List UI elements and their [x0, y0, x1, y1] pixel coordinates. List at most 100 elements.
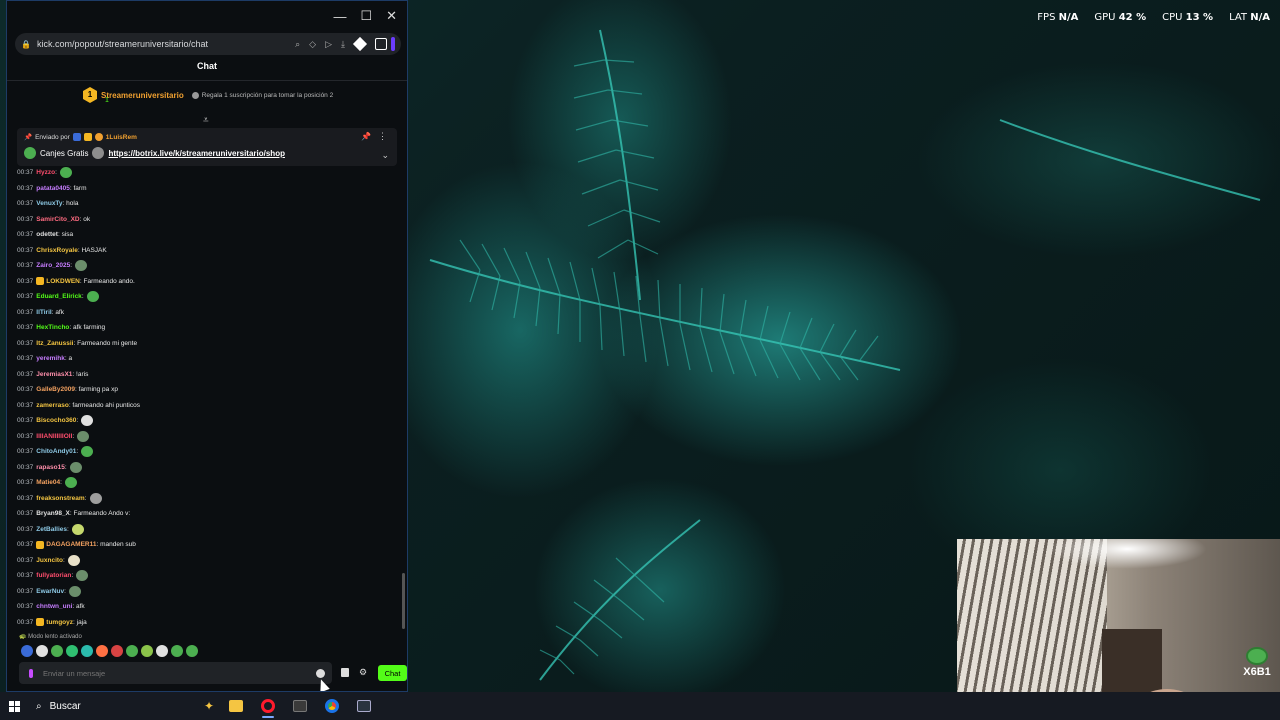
download-icon[interactable]: ⤓ — [341, 39, 345, 50]
message-input-box[interactable] — [19, 662, 332, 684]
message-text: : — [70, 262, 73, 270]
message-time: 00:37 — [17, 541, 34, 549]
message-username[interactable]: EwarNuv — [36, 588, 64, 595]
message-text: : Farmeando mi gente — [73, 339, 138, 347]
message-text: : manden sub — [96, 541, 136, 549]
message-text: : — [76, 417, 79, 425]
chat-message: 00:37 DAGAGAMER11: manden sub — [17, 537, 397, 553]
chat-message: 00:37 Eduard_Elirick: — [17, 289, 397, 305]
message-username[interactable]: yeremihk — [36, 355, 65, 362]
quick-emote-icon[interactable] — [81, 645, 93, 657]
app-icon[interactable] — [284, 692, 316, 720]
message-username[interactable]: odettet — [36, 231, 58, 238]
message-username[interactable]: GalleBy2009 — [36, 386, 75, 393]
unpin-icon[interactable]: 📌 — [361, 132, 371, 141]
more-options-icon[interactable]: ⋮ — [378, 131, 387, 142]
windows-start-icon[interactable] — [0, 692, 28, 720]
taskbar-search[interactable]: ⌕ Buscar ✦ — [28, 692, 220, 720]
message-username[interactable]: Eduard_Elirick — [36, 293, 82, 300]
message-username[interactable]: Hyzzo — [36, 169, 55, 176]
message-username[interactable]: Zairo_2025 — [36, 262, 70, 269]
message-username[interactable]: IITiriI — [36, 309, 51, 316]
message-username[interactable]: rapaso15 — [36, 464, 65, 471]
message-text: : — [72, 432, 75, 440]
shop-link[interactable]: https://botrix.live/k/streameruniversita… — [108, 149, 285, 158]
extension-icon[interactable] — [352, 36, 368, 52]
address-bar[interactable]: 🔒 kick.com/popout/streameruniversitario/… — [15, 33, 401, 55]
emote-icon — [92, 147, 105, 159]
mic-icon[interactable] — [29, 668, 33, 678]
message-username[interactable]: tumgoyz — [46, 619, 73, 626]
message-username[interactable]: DAGAGAMER11 — [46, 541, 96, 548]
message-username[interactable]: Bryan98_X — [36, 510, 70, 517]
message-text: : a — [64, 355, 73, 363]
message-text: : Farmeando ando. — [79, 277, 135, 285]
collapse-chevron-icon[interactable]: ⩡ — [203, 115, 209, 126]
url-text[interactable]: kick.com/popout/streameruniversitario/ch… — [37, 39, 286, 49]
close-icon[interactable]: ✕ — [386, 8, 397, 24]
message-text: : — [81, 293, 84, 301]
chat-message: 00:37 IITiriI: afk — [17, 305, 397, 321]
quick-emote-icon[interactable] — [21, 645, 33, 657]
scrollbar[interactable] — [402, 573, 405, 629]
folder-icon[interactable] — [220, 692, 252, 720]
gift-sub-prompt[interactable]: Regala 1 suscripción para tomar la posic… — [191, 91, 333, 99]
message-username[interactable]: VenuxTy — [36, 200, 62, 207]
terminal-icon[interactable] — [348, 692, 380, 720]
message-username[interactable]: chntwn_uni — [36, 603, 72, 610]
message-username[interactable]: patata0405 — [36, 185, 70, 192]
emote-icon — [81, 446, 94, 458]
message-username[interactable]: freaksonstream — [36, 495, 84, 502]
search-icon[interactable]: ⌕ — [295, 39, 300, 50]
chat-message: 00:37 EwarNuv: — [17, 584, 397, 600]
quick-emote-icon[interactable] — [51, 645, 63, 657]
gift-icon[interactable] — [341, 668, 349, 677]
chat-message: 00:37 HexTincho: afk farming — [17, 320, 397, 336]
shield-icon[interactable]: ◇ — [309, 39, 316, 50]
message-username[interactable]: HexTincho — [36, 324, 69, 331]
minimize-icon[interactable]: — — [333, 9, 346, 24]
message-username[interactable]: ChrisxRoyale — [36, 247, 78, 254]
chrome-icon[interactable] — [316, 692, 348, 720]
quick-emote-icon[interactable] — [186, 645, 198, 657]
message-username[interactable]: ChitoAndy01 — [36, 448, 76, 455]
message-username[interactable]: Matie04 — [36, 479, 60, 486]
sub-leaderboard[interactable]: 1 Streameruniversitario 1 Regala 1 suscr… — [83, 87, 333, 104]
chat-message: 00:37 fullyatorian: — [17, 568, 397, 584]
message-username[interactable]: LOKDWEN — [46, 278, 80, 285]
chat-message: 00:37 Hyzzo: — [17, 165, 397, 181]
leader-name: Streameruniversitario — [101, 90, 184, 100]
quick-emote-icon[interactable] — [126, 645, 138, 657]
quick-emote-icon[interactable] — [96, 645, 108, 657]
quick-emote-icon[interactable] — [171, 645, 183, 657]
message-username[interactable]: SamirCito_XD — [36, 216, 79, 223]
message-username[interactable]: Itz_Zanussii — [36, 340, 73, 347]
opera-icon[interactable] — [252, 692, 284, 720]
send-chat-button[interactable]: Chat — [378, 665, 407, 681]
chevron-down-icon[interactable]: ⌄ — [381, 150, 389, 161]
quick-emote-icon[interactable] — [111, 645, 123, 657]
quick-emote-icon[interactable] — [36, 645, 48, 657]
quick-emote-icon[interactable] — [66, 645, 78, 657]
message-time: 00:37 — [17, 184, 34, 192]
gear-icon[interactable]: ⚙ — [359, 667, 367, 678]
message-text: : Farmeando Ando v: — [69, 510, 131, 518]
message-username[interactable]: IIIIANIIIIIIOII — [36, 433, 72, 440]
play-icon[interactable]: ▷ — [325, 39, 332, 50]
message-time: 00:37 — [17, 215, 34, 223]
message-username[interactable]: fullyatorian — [36, 572, 71, 579]
message-username[interactable]: Juxncito — [36, 557, 63, 564]
quick-emote-icon[interactable] — [141, 645, 153, 657]
quick-emote-icon[interactable] — [156, 645, 168, 657]
emoji-icon[interactable] — [316, 668, 325, 678]
message-input[interactable] — [43, 668, 316, 678]
maximize-icon[interactable]: ☐ — [360, 8, 372, 24]
box-extension-icon[interactable] — [375, 38, 387, 50]
message-username[interactable]: ZetBallies — [36, 526, 67, 533]
message-username[interactable]: zamerraso — [36, 402, 69, 409]
message-username[interactable]: Biscocho360 — [36, 417, 76, 424]
message-username[interactable]: JeremiasX1 — [36, 371, 72, 378]
message-time: 00:37 — [17, 200, 34, 208]
crown-badge-icon — [36, 277, 45, 286]
sidebar-indicator — [391, 37, 395, 51]
